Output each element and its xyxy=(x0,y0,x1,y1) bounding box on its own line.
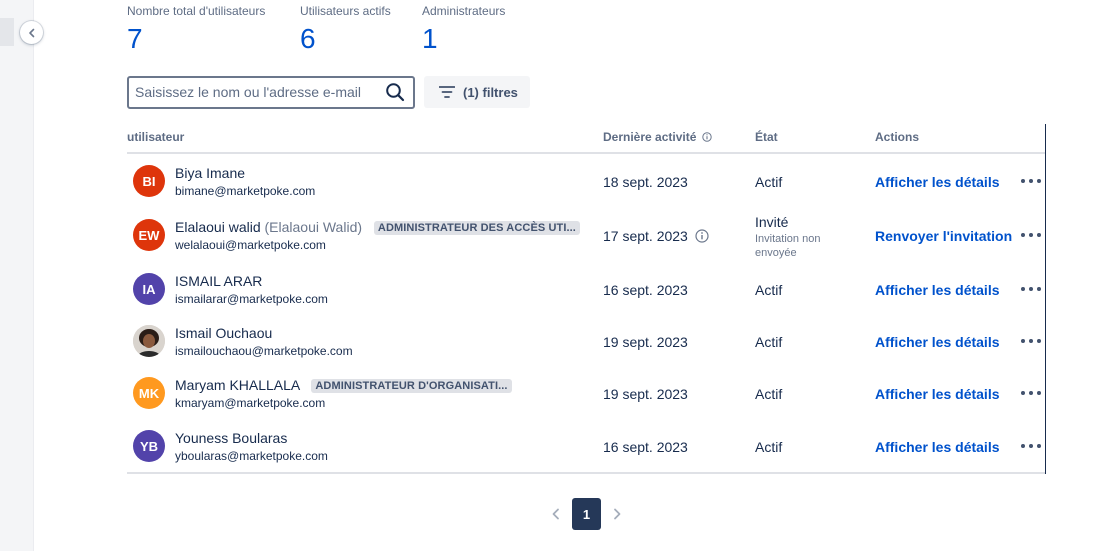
collapse-sidebar-button[interactable] xyxy=(20,21,43,44)
user-email: ismailouchaou@marketpoke.com xyxy=(175,344,353,358)
pagination: 1 xyxy=(545,498,635,530)
table-row: IA ISMAIL ARAR ismailarar@marketpoke.com… xyxy=(127,263,1045,315)
last-activity: 18 sept. 2023 xyxy=(603,174,688,190)
last-activity: 19 sept. 2023 xyxy=(603,334,688,350)
filters-button[interactable]: (1) filtres xyxy=(424,76,530,108)
user-name: Ismail Ouchaou xyxy=(175,325,272,341)
last-activity: 16 sept. 2023 xyxy=(603,439,688,455)
role-badge: ADMINISTRATEUR DES ACCÈS UTI... xyxy=(373,221,580,235)
stat-label: Nombre total d'utilisateurs xyxy=(127,4,266,18)
user-state: Actif xyxy=(755,386,783,402)
user-name-text: Youness Boularas xyxy=(175,430,288,446)
user-name-text: Ismail Ouchaou xyxy=(175,325,273,341)
chevron-left-icon xyxy=(28,28,34,37)
filter-icon xyxy=(439,86,455,98)
avatar-photo xyxy=(133,325,165,357)
column-header-state: État xyxy=(755,130,778,144)
info-icon[interactable] xyxy=(702,132,712,142)
user-name-text: Elalaoui walid xyxy=(175,219,261,235)
stat-value: 6 xyxy=(300,23,316,54)
user-name: Maryam KHALLALA ADMINISTRATEUR D'ORGANIS… xyxy=(175,377,512,393)
avatar-initials: EW xyxy=(138,227,160,243)
avatar: YB xyxy=(133,430,165,462)
user-state: Actif xyxy=(755,439,783,455)
avatar-initials: MK xyxy=(138,385,160,401)
table-row: MK Maryam KHALLALA ADMINISTRATEUR D'ORGA… xyxy=(127,367,1045,419)
table-row: BI Biya Imane bimane@marketpoke.com 18 s… xyxy=(127,155,1045,207)
avatar: BI xyxy=(133,165,165,197)
column-header-actions: Actions xyxy=(875,130,920,144)
user-state: Actif xyxy=(755,334,783,350)
view-details-link[interactable]: Afficher les détails xyxy=(875,334,1000,350)
user-name-text: Biya Imane xyxy=(175,165,246,181)
filters-button-label: (1) filtres xyxy=(463,84,518,100)
last-activity: 17 sept. 2023 xyxy=(603,228,709,244)
user-state: Actif xyxy=(755,282,783,298)
stat-active-users: Utilisateurs actifs 6 xyxy=(300,4,391,56)
table-row: YB Youness Boularas yboularas@marketpoke… xyxy=(127,420,1045,472)
avatar-initials: BI xyxy=(142,173,156,189)
avatar: MK xyxy=(133,377,165,409)
stat-label: Utilisateurs actifs xyxy=(300,4,391,18)
user-email: welalaoui@marketpoke.com xyxy=(175,238,326,252)
next-page-icon[interactable] xyxy=(609,506,625,522)
user-email: yboularas@marketpoke.com xyxy=(175,449,328,463)
left-sidebar xyxy=(0,0,34,551)
avatar-initials: IA xyxy=(142,281,156,297)
search-input[interactable] xyxy=(135,81,375,103)
stat-label: Administrateurs xyxy=(422,4,506,18)
more-actions-icon[interactable] xyxy=(1021,385,1041,401)
more-actions-icon[interactable] xyxy=(1021,227,1041,243)
avatar: IA xyxy=(133,273,165,305)
stat-total-users: Nombre total d'utilisateurs 7 xyxy=(127,4,265,56)
table-header: utilisateur Dernière activité État Actio… xyxy=(127,124,1045,154)
column-header-user[interactable]: utilisateur xyxy=(127,130,184,144)
stat-administrators: Administrateurs 1 xyxy=(422,4,505,56)
user-name: Elalaoui walid (Elalaoui Walid) ADMINIST… xyxy=(175,219,580,235)
user-name: Youness Boularas xyxy=(175,430,287,446)
search-box xyxy=(127,76,415,109)
more-actions-icon[interactable] xyxy=(1021,438,1041,454)
stat-value: 1 xyxy=(422,23,438,54)
user-alias: (Elalaoui Walid) xyxy=(264,219,363,235)
user-name-text: Maryam KHALLALA xyxy=(175,377,300,393)
user-email: bimane@marketpoke.com xyxy=(175,184,316,198)
avatar-initials: YB xyxy=(139,438,159,454)
search-icon[interactable] xyxy=(385,82,405,107)
last-activity: 19 sept. 2023 xyxy=(603,386,688,402)
stat-value: 7 xyxy=(127,23,143,54)
user-state: Invité xyxy=(755,214,789,230)
user-name: ISMAIL ARAR xyxy=(175,273,262,289)
view-details-link[interactable]: Afficher les détails xyxy=(875,439,1000,455)
resend-invitation-link[interactable]: Renvoyer l'invitation xyxy=(875,228,1012,244)
user-photo-icon xyxy=(133,325,165,357)
view-details-link[interactable]: Afficher les détails xyxy=(875,386,1000,402)
user-name-text: ISMAIL ARAR xyxy=(175,273,263,289)
info-icon[interactable] xyxy=(695,229,709,243)
user-state: Actif xyxy=(755,174,783,190)
page-button-current[interactable]: 1 xyxy=(572,498,601,530)
table-row: EW Elalaoui walid (Elalaoui Walid) ADMIN… xyxy=(127,209,1045,261)
column-header-last-activity[interactable]: Dernière activité xyxy=(603,130,712,144)
last-activity-text: 17 sept. 2023 xyxy=(603,228,688,244)
user-name: Biya Imane xyxy=(175,165,245,181)
table-right-border xyxy=(1045,124,1046,474)
last-activity: 16 sept. 2023 xyxy=(603,282,688,298)
more-actions-icon[interactable] xyxy=(1021,173,1041,189)
user-email: ismailarar@marketpoke.com xyxy=(175,292,328,306)
table-row: Ismail Ouchaou ismailouchaou@marketpoke.… xyxy=(127,315,1045,367)
column-header-label: Dernière activité xyxy=(603,130,697,144)
sidebar-stub xyxy=(0,18,14,46)
role-badge: ADMINISTRATEUR D'ORGANISATI... xyxy=(311,379,512,393)
more-actions-icon[interactable] xyxy=(1021,333,1041,349)
view-details-link[interactable]: Afficher les détails xyxy=(875,174,1000,190)
view-details-link[interactable]: Afficher les détails xyxy=(875,282,1000,298)
user-email: kmaryam@marketpoke.com xyxy=(175,396,326,410)
previous-page-icon[interactable] xyxy=(548,506,564,522)
more-actions-icon[interactable] xyxy=(1021,281,1041,297)
avatar: EW xyxy=(133,219,165,251)
user-state-note: Invitation non envoyée xyxy=(755,233,821,259)
table-bottom-border xyxy=(127,472,1045,474)
